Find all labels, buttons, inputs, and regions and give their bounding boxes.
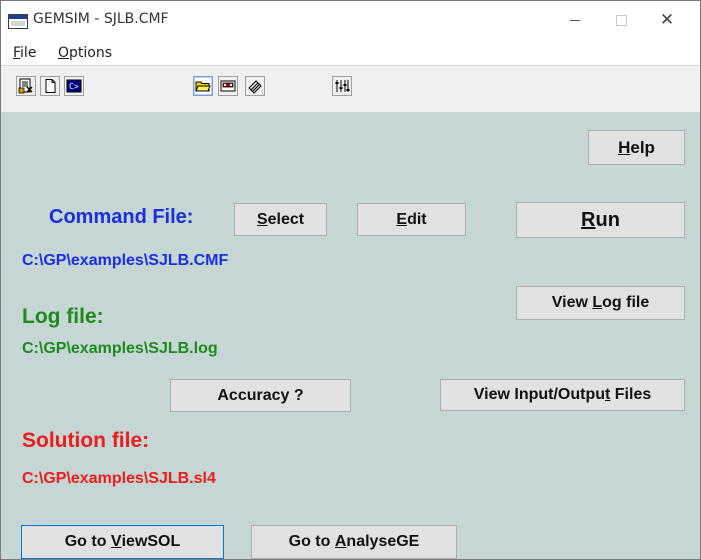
go-to-analysege-button[interactable]: Go to AnalyseGE xyxy=(251,525,457,559)
maximize-icon xyxy=(615,14,627,26)
menu-file[interactable]: File xyxy=(13,45,36,61)
main-panel: Help Command File: Select Edit Run C:\GP… xyxy=(1,112,700,559)
view-input-output-files-button[interactable]: View Input/Outpu t Files xyxy=(440,379,685,411)
log-file-label: Log file: xyxy=(22,305,104,328)
app-window: GEMSIM - SJLB.CMF ✕ File Options C> H el… xyxy=(0,0,701,560)
close-button[interactable]: ✕ xyxy=(644,1,690,39)
menu-bar: File Options xyxy=(1,39,700,65)
toolbar: C> xyxy=(1,65,700,113)
menu-options[interactable]: Options xyxy=(58,45,112,61)
app-icon xyxy=(8,14,28,29)
edit-button[interactable]: Edit xyxy=(357,203,466,236)
minimize-icon xyxy=(570,19,580,21)
toolbar-tape-button[interactable] xyxy=(218,76,238,96)
run-button[interactable]: Run xyxy=(516,202,685,238)
eraser-icon xyxy=(248,80,262,94)
new-file-icon xyxy=(45,79,56,93)
log-file-path: C:\GP\examples\SJLB.log xyxy=(22,340,218,357)
toolbar-eraser-button[interactable] xyxy=(245,76,265,96)
go-to-viewsol-button[interactable]: Go to ViewSOL xyxy=(21,525,224,559)
toolbar-run-dos-button[interactable]: C> xyxy=(64,76,84,96)
solution-file-path: C:\GP\examples\SJLB.sl4 xyxy=(22,470,216,487)
tape-icon xyxy=(220,80,236,92)
command-file-path: C:\GP\examples\SJLB.CMF xyxy=(22,252,229,269)
run-dos-icon: C> xyxy=(66,79,82,93)
select-button[interactable]: Select xyxy=(234,203,327,236)
sliders-icon xyxy=(335,80,350,92)
toolbar-new-file-button[interactable] xyxy=(40,76,60,96)
accuracy-button[interactable]: Accuracy ? xyxy=(170,379,351,412)
close-icon: ✕ xyxy=(659,10,675,30)
title-bar: GEMSIM - SJLB.CMF ✕ xyxy=(1,1,700,39)
minimize-button[interactable] xyxy=(552,1,598,39)
solution-file-label: Solution file: xyxy=(22,429,150,452)
toolbar-sliders-button[interactable] xyxy=(332,76,352,96)
help-button[interactable]: Help xyxy=(588,130,685,165)
svg-text:C>: C> xyxy=(69,82,79,91)
view-log-file-button[interactable]: View Log file xyxy=(516,286,685,320)
maximize-button[interactable] xyxy=(598,1,644,39)
toolbar-new-project-button[interactable] xyxy=(16,76,36,96)
command-file-label: Command File: xyxy=(49,206,194,228)
open-folder-icon xyxy=(195,81,211,92)
window-title: GEMSIM - SJLB.CMF xyxy=(33,11,169,27)
toolbar-open-folder-button[interactable] xyxy=(193,76,213,96)
new-project-icon xyxy=(18,78,33,94)
